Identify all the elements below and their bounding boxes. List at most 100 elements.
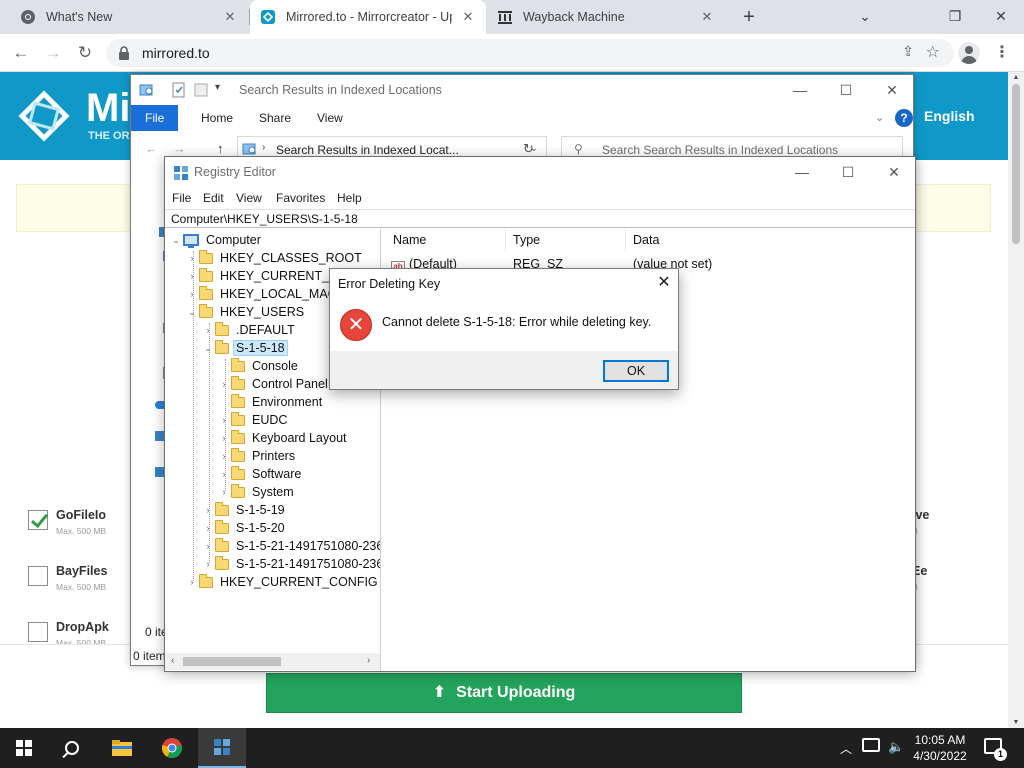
ribbon-tab-home[interactable]: Home	[187, 105, 247, 131]
scrollbar-thumb[interactable]	[1012, 84, 1020, 244]
refresh-icon[interactable]: ↻	[523, 141, 534, 157]
column-divider[interactable]	[505, 229, 506, 251]
maximize-button[interactable]: ☐	[823, 75, 869, 105]
ribbon-tab-file[interactable]: File	[131, 105, 179, 131]
expand-chevron-icon[interactable]: ›	[185, 253, 199, 263]
tree-node-hklm[interactable]: › HKEY_LOCAL_MACH	[185, 285, 348, 303]
bookmark-star-icon[interactable]: ☆	[926, 42, 940, 62]
expand-chevron-icon[interactable]: ›	[185, 271, 199, 281]
regedit-address-bar[interactable]: Computer\HKEY_USERS\S-1-5-18	[165, 209, 915, 228]
taskbar-file-explorer[interactable]	[98, 728, 146, 768]
help-icon[interactable]: ?	[895, 109, 913, 127]
expand-chevron-icon[interactable]: ›	[201, 559, 215, 569]
tree-node-s-1-5-21-b[interactable]: › S-1-5-21-1491751080-2360	[201, 555, 380, 573]
share-icon[interactable]: ⇪	[902, 43, 914, 60]
tree-node-system[interactable]: › System	[217, 483, 296, 501]
expand-chevron-icon[interactable]: ›	[217, 415, 231, 425]
close-tab-icon[interactable]: ✕	[460, 9, 476, 25]
collapse-chevron-icon[interactable]: ⌄	[169, 235, 183, 246]
tree-node-s-1-5-19[interactable]: › S-1-5-19	[201, 501, 287, 519]
profile-avatar[interactable]	[958, 42, 980, 64]
host-checkbox[interactable]	[28, 622, 48, 642]
volume-icon[interactable]: 🔈	[888, 739, 904, 755]
menu-view[interactable]: View	[236, 191, 262, 205]
lock-icon[interactable]	[116, 45, 132, 61]
expand-chevron-icon[interactable]: ›	[201, 505, 215, 515]
ok-button[interactable]: OK	[603, 360, 669, 382]
new-folder-icon[interactable]	[193, 82, 209, 98]
chevron-down-icon[interactable]: ⌄	[850, 4, 880, 28]
host-checkbox[interactable]	[28, 566, 48, 586]
tree-node-computer[interactable]: ⌄ Computer	[169, 231, 263, 249]
expand-chevron-icon[interactable]: ›	[217, 379, 231, 389]
chevron-down-icon[interactable]: ⌄	[875, 111, 884, 124]
tree-node-hku[interactable]: ⌄ HKEY_USERS	[185, 303, 306, 321]
back-button[interactable]: ←	[8, 40, 34, 66]
expand-chevron-icon[interactable]: ›	[201, 523, 215, 533]
ribbon-tab-view[interactable]: View	[303, 105, 357, 131]
reload-button[interactable]: ↻	[72, 40, 98, 66]
column-header-data[interactable]: Data	[633, 233, 659, 247]
expand-chevron-icon[interactable]: ›	[185, 577, 199, 587]
taskbar-chrome[interactable]	[148, 728, 196, 768]
chevron-up-icon[interactable]: ︿	[840, 740, 852, 757]
tree-node-console[interactable]: Console	[217, 357, 300, 375]
scroll-left-icon[interactable]: ‹	[171, 655, 174, 666]
tree-horizontal-scrollbar[interactable]: ‹ ›	[165, 653, 380, 670]
tree-node-eudc[interactable]: › EUDC	[217, 411, 289, 429]
column-header-type[interactable]: Type	[513, 233, 540, 247]
collapse-chevron-icon[interactable]: ⌄	[201, 343, 215, 354]
tree-node-s-1-5-18[interactable]: ⌄ S-1-5-18	[201, 339, 288, 357]
system-clock[interactable]: 10:05 AM 4/30/2022	[908, 732, 972, 764]
host-checkbox[interactable]	[28, 510, 48, 530]
back-arrow-icon[interactable]: ←	[145, 141, 158, 156]
tree-node-printers[interactable]: › Printers	[217, 447, 297, 465]
taskbar-registry-editor[interactable]	[198, 728, 246, 768]
maximize-button[interactable]: ☐	[825, 157, 871, 187]
minimize-button[interactable]: —	[779, 157, 825, 187]
customize-toolbar-icon[interactable]: ▾	[215, 82, 231, 98]
expand-chevron-icon[interactable]: ›	[217, 451, 231, 461]
tree-node-keyboard-layout[interactable]: › Keyboard Layout	[217, 429, 349, 447]
expand-chevron-icon[interactable]: ›	[201, 325, 215, 335]
tab-mirrored[interactable]: Mirrored.to - Mirrorcreator - Uplo ✕	[250, 0, 486, 34]
expand-chevron-icon[interactable]: ›	[185, 289, 199, 299]
ribbon-tab-share[interactable]: Share	[245, 105, 305, 131]
scroll-up-icon[interactable]: ▲	[1012, 74, 1020, 81]
forward-arrow-icon[interactable]: →	[173, 141, 186, 156]
menu-favorites[interactable]: Favorites	[276, 191, 325, 205]
up-arrow-icon[interactable]: ↑	[217, 141, 224, 156]
menu-kebab-icon[interactable]: ⋮	[994, 42, 1010, 64]
tree-node-control-panel[interactable]: › Control Panel	[217, 375, 330, 393]
start-uploading-button[interactable]: ⬆ Start Uploading	[266, 673, 742, 713]
collapse-chevron-icon[interactable]: ⌄	[185, 307, 199, 318]
tree-node-s-1-5-21-a[interactable]: › S-1-5-21-1491751080-2360	[201, 537, 380, 555]
site-brand[interactable]: Mi	[86, 86, 130, 131]
tree-node-hkcr[interactable]: › HKEY_CLASSES_ROOT	[185, 249, 364, 267]
close-window-button[interactable]: ✕	[986, 4, 1016, 28]
breadcrumb-chevron-icon[interactable]: ›	[262, 142, 265, 153]
restore-window-button[interactable]: ❐	[940, 4, 970, 28]
address-bar[interactable]: mirrored.to ⇪ ☆	[106, 39, 954, 67]
scroll-right-icon[interactable]: ›	[367, 655, 370, 666]
network-icon[interactable]	[862, 738, 880, 752]
expand-chevron-icon[interactable]: ›	[217, 487, 231, 497]
tab-wayback[interactable]: Wayback Machine ✕	[487, 0, 725, 34]
mirrored-logo-icon[interactable]	[16, 90, 72, 142]
expand-chevron-icon[interactable]: ›	[217, 433, 231, 443]
close-button[interactable]: ✕	[869, 75, 913, 105]
tree-node-default[interactable]: › .DEFAULT	[201, 321, 297, 339]
tree-node-software[interactable]: › Software	[217, 465, 303, 483]
menu-edit[interactable]: Edit	[203, 191, 224, 205]
column-divider[interactable]	[625, 229, 626, 251]
minimize-button[interactable]: —	[777, 75, 823, 105]
start-button[interactable]	[0, 728, 48, 768]
taskbar-search-button[interactable]	[48, 728, 96, 768]
menu-file[interactable]: File	[172, 191, 191, 205]
new-tab-button[interactable]: +	[738, 6, 760, 28]
menu-help[interactable]: Help	[337, 191, 362, 205]
forward-button[interactable]: →	[40, 40, 66, 66]
column-header-name[interactable]: Name	[393, 233, 426, 247]
language-selector[interactable]: English	[924, 108, 975, 124]
close-button[interactable]: ✕	[871, 157, 915, 187]
